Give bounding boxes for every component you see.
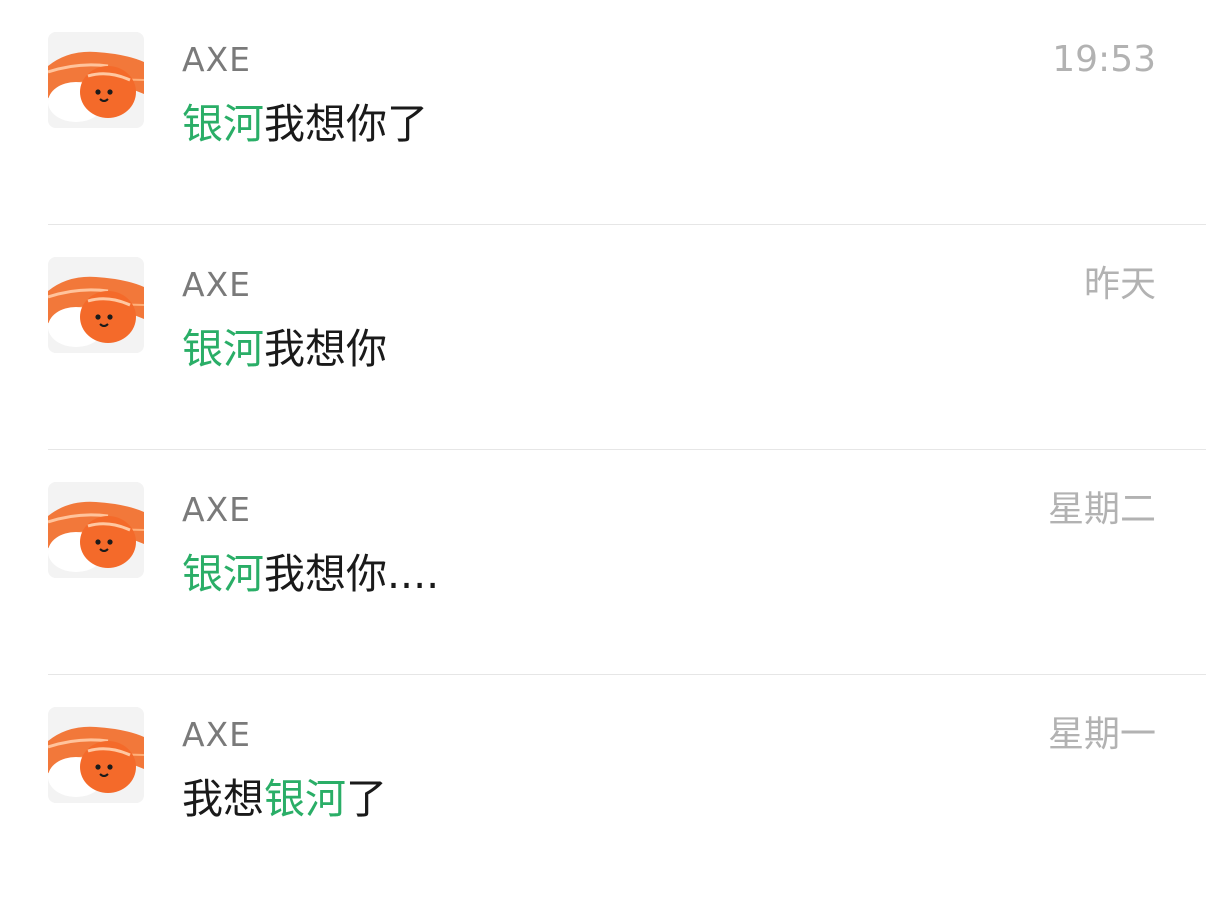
keyword-highlight: 银河 [182,550,264,598]
message-time: 星期二 [1047,489,1156,530]
keyword-highlight: 银河 [182,100,264,148]
sender-name: AXE [182,715,252,754]
sender-name: AXE [182,40,252,79]
message-time: 昨天 [1083,264,1156,305]
salmon-sushi-icon [48,257,144,353]
message-text: 了 [346,775,387,823]
avatar[interactable] [48,707,144,803]
message-preview: 银河我想你了 [182,98,428,150]
message-time: 19:53 [1052,39,1156,80]
message-preview: 我想银河了 [182,773,387,825]
message-text: 我想你了 [264,100,428,148]
chat-result-item[interactable]: AXE 19:53 银河我想你了 [0,0,1206,225]
message-text: 我想 [182,775,264,823]
sender-name: AXE [182,265,252,304]
keyword-highlight: 银河 [264,775,346,823]
message-time: 星期一 [1047,714,1156,755]
chat-result-item[interactable]: AXE 星期二 银河我想你.... [0,450,1206,675]
sender-name: AXE [182,490,252,529]
message-text: 我想你.... [264,550,440,598]
message-preview: 银河我想你.... [182,548,439,600]
salmon-sushi-icon [48,707,144,803]
message-preview: 银河我想你 [182,323,387,375]
keyword-highlight: 银河 [182,325,264,373]
avatar[interactable] [48,257,144,353]
chat-result-item[interactable]: AXE 昨天 银河我想你 [0,225,1206,450]
chat-result-item[interactable]: AXE 星期一 我想银河了 [0,675,1206,900]
salmon-sushi-icon [48,32,144,128]
chat-search-results-list: AXE 19:53 银河我想你了 AXE 昨天 银河我想你 AXE 星期二 银河… [0,0,1206,900]
message-text: 我想你 [264,325,387,373]
avatar[interactable] [48,32,144,128]
avatar[interactable] [48,482,144,578]
salmon-sushi-icon [48,482,144,578]
